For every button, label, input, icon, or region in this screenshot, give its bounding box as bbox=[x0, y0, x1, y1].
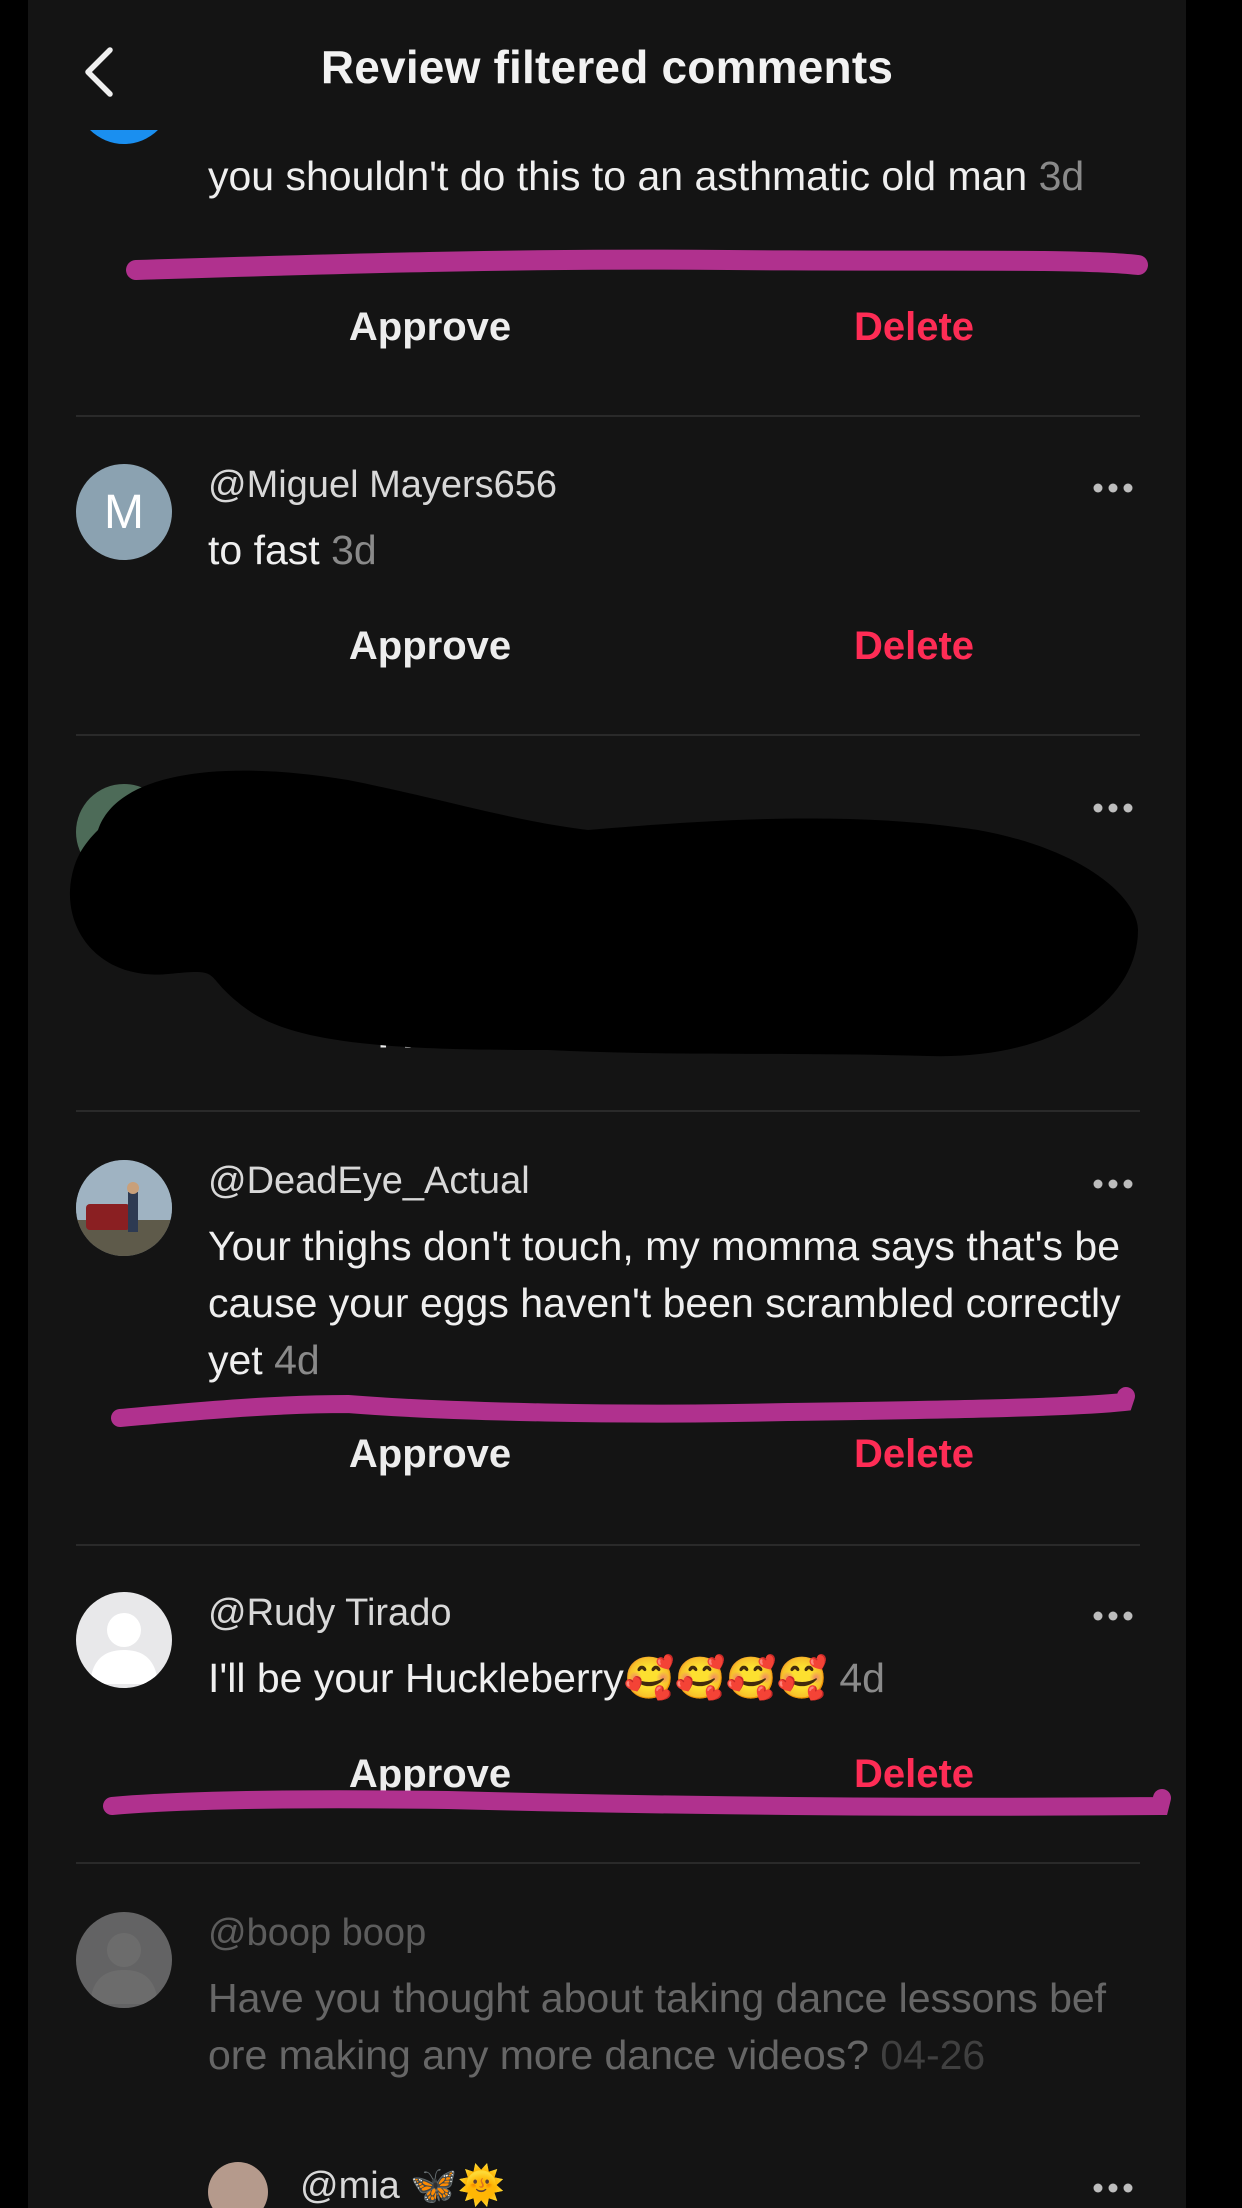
profile-photo-icon bbox=[76, 1160, 172, 1256]
comment-text: Your thighs don't touch, my momma says t… bbox=[208, 1218, 1128, 1389]
comment-username[interactable]: @mia 🦋🌞 bbox=[300, 2164, 505, 2208]
page-title: Review filtered comments bbox=[320, 41, 894, 93]
divider bbox=[76, 734, 1140, 736]
comment-time: 04-26 bbox=[880, 2032, 986, 2078]
comment-time: 4d bbox=[839, 1655, 885, 1701]
delete-button[interactable]: Delete bbox=[794, 624, 1034, 669]
comment-body: Your thighs don't touch, my momma says t… bbox=[208, 1223, 1121, 1383]
more-options-icon[interactable] bbox=[1092, 482, 1134, 494]
more-options-icon[interactable] bbox=[1092, 1610, 1134, 1622]
comment-username[interactable]: @Rudy Tirado bbox=[208, 1592, 451, 1635]
comment-username[interactable]: @boop boop bbox=[208, 1912, 426, 1955]
avatar[interactable] bbox=[76, 1592, 172, 1688]
divider bbox=[76, 415, 1140, 417]
redaction-blot bbox=[69, 770, 1139, 1057]
avatar[interactable] bbox=[76, 1160, 172, 1256]
comment-text: I'll be your Huckleberry🥰🥰🥰🥰 4d bbox=[208, 1650, 1128, 1707]
comment-body: I'll be your Huckleberry🥰🥰🥰🥰 bbox=[208, 1655, 828, 1701]
delete-button[interactable]: Delete bbox=[794, 305, 1034, 350]
delete-button[interactable]: Delete bbox=[794, 1432, 1034, 1477]
comment-username[interactable]: @DeadEye_Actual bbox=[208, 1160, 530, 1203]
marker-underline bbox=[126, 249, 1148, 280]
divider bbox=[76, 1544, 1140, 1546]
marker-underline bbox=[103, 1789, 1171, 1816]
comment-text: you shouldn't do this to an asthmatic ol… bbox=[208, 148, 1128, 205]
comment-username[interactable]: @Miguel Mayers656 bbox=[208, 464, 557, 507]
avatar[interactable] bbox=[208, 2162, 268, 2208]
avatar[interactable] bbox=[76, 1912, 172, 2008]
divider bbox=[76, 1110, 1140, 1112]
default-avatar-icon bbox=[90, 1933, 158, 2004]
comment-text: Have you thought about taking dance less… bbox=[208, 1970, 1128, 2084]
filtered-comments-screen: Review filtered comments J you shouldn't… bbox=[28, 0, 1186, 2208]
delete-button[interactable]: Delete bbox=[794, 1752, 1034, 1797]
avatar-letter: M bbox=[104, 485, 144, 539]
top-bar: Review filtered comments bbox=[28, 0, 1186, 130]
approve-button[interactable]: Approve bbox=[310, 1432, 550, 1477]
divider bbox=[76, 1862, 1140, 1864]
default-avatar-icon bbox=[90, 1613, 158, 1684]
comment-body: to fast bbox=[208, 527, 320, 573]
comment-body: you shouldn't do this to an asthmatic ol… bbox=[208, 153, 1028, 199]
approve-button[interactable]: Approve bbox=[310, 1752, 550, 1797]
approve-button[interactable]: Approve bbox=[310, 624, 550, 669]
comment-time: 3d bbox=[1038, 153, 1085, 199]
more-options-icon[interactable] bbox=[1092, 1178, 1134, 1190]
avatar[interactable]: M bbox=[76, 464, 172, 560]
comment-time: 4d bbox=[274, 1337, 320, 1383]
comment-text: to fast 3d bbox=[208, 522, 1128, 579]
marker-underline bbox=[111, 1387, 1135, 1427]
comment-time: 3d bbox=[331, 527, 377, 573]
more-options-icon[interactable] bbox=[1092, 2182, 1134, 2194]
approve-button[interactable]: Approve bbox=[310, 305, 550, 350]
